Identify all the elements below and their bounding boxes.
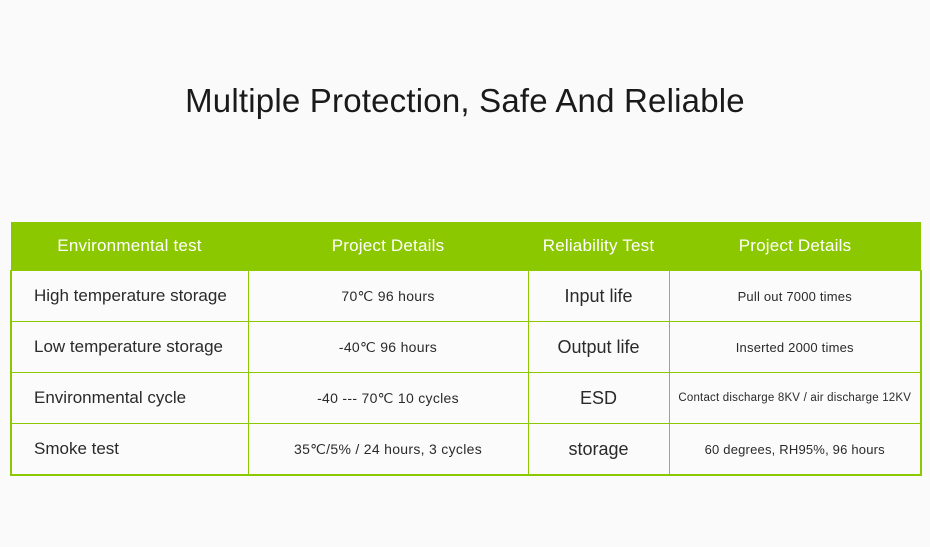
table-header: Environmental test Project Details Relia… xyxy=(11,222,921,271)
specifications-table: Environmental test Project Details Relia… xyxy=(10,222,922,476)
cell-environmental-test: High temperature storage xyxy=(10,270,249,322)
cell-reliability-details: Inserted 2000 times xyxy=(668,321,922,373)
cell-environmental-test: Low temperature storage xyxy=(10,321,249,373)
cell-reliability-test: storage xyxy=(527,423,670,476)
page-title: Multiple Protection, Safe And Reliable xyxy=(185,82,745,119)
column-header-environmental-project-details: Project Details xyxy=(248,222,528,271)
cell-environmental-details: 70℃ 96 hours xyxy=(247,270,529,322)
cell-reliability-test: Output life xyxy=(527,321,670,373)
cell-reliability-test: ESD xyxy=(527,372,670,424)
column-header-reliability-test: Reliability Test xyxy=(528,222,669,271)
cell-reliability-details: Pull out 7000 times xyxy=(668,270,922,322)
cell-environmental-details: -40 --- 70℃ 10 cycles xyxy=(247,372,529,424)
table-header-row: Environmental test Project Details Relia… xyxy=(11,222,921,271)
cell-reliability-test: Input life xyxy=(527,270,670,322)
cell-environmental-test: Environmental cycle xyxy=(10,372,249,424)
table-row: High temperature storage 70℃ 96 hours In… xyxy=(10,270,922,322)
table-row: Environmental cycle -40 --- 70℃ 10 cycle… xyxy=(10,372,922,424)
column-header-environmental-test: Environmental test xyxy=(11,222,248,271)
page-root: Multiple Protection, Safe And Reliable E… xyxy=(0,0,930,547)
table-body: High temperature storage 70℃ 96 hours In… xyxy=(10,270,922,476)
specifications-table-container: Environmental test Project Details Relia… xyxy=(10,222,922,476)
cell-environmental-details: -40℃ 96 hours xyxy=(247,321,529,373)
cell-reliability-details: 60 degrees, RH95%, 96 hours xyxy=(668,423,922,476)
column-header-reliability-project-details: Project Details xyxy=(669,222,921,271)
cell-environmental-test: Smoke test xyxy=(10,423,249,476)
cell-reliability-details: Contact discharge 8KV / air discharge 12… xyxy=(668,372,922,424)
table-row: Low temperature storage -40℃ 96 hours Ou… xyxy=(10,321,922,373)
cell-environmental-details: 35℃/5% / 24 hours, 3 cycles xyxy=(247,423,529,476)
table-row: Smoke test 35℃/5% / 24 hours, 3 cycles s… xyxy=(10,423,922,476)
